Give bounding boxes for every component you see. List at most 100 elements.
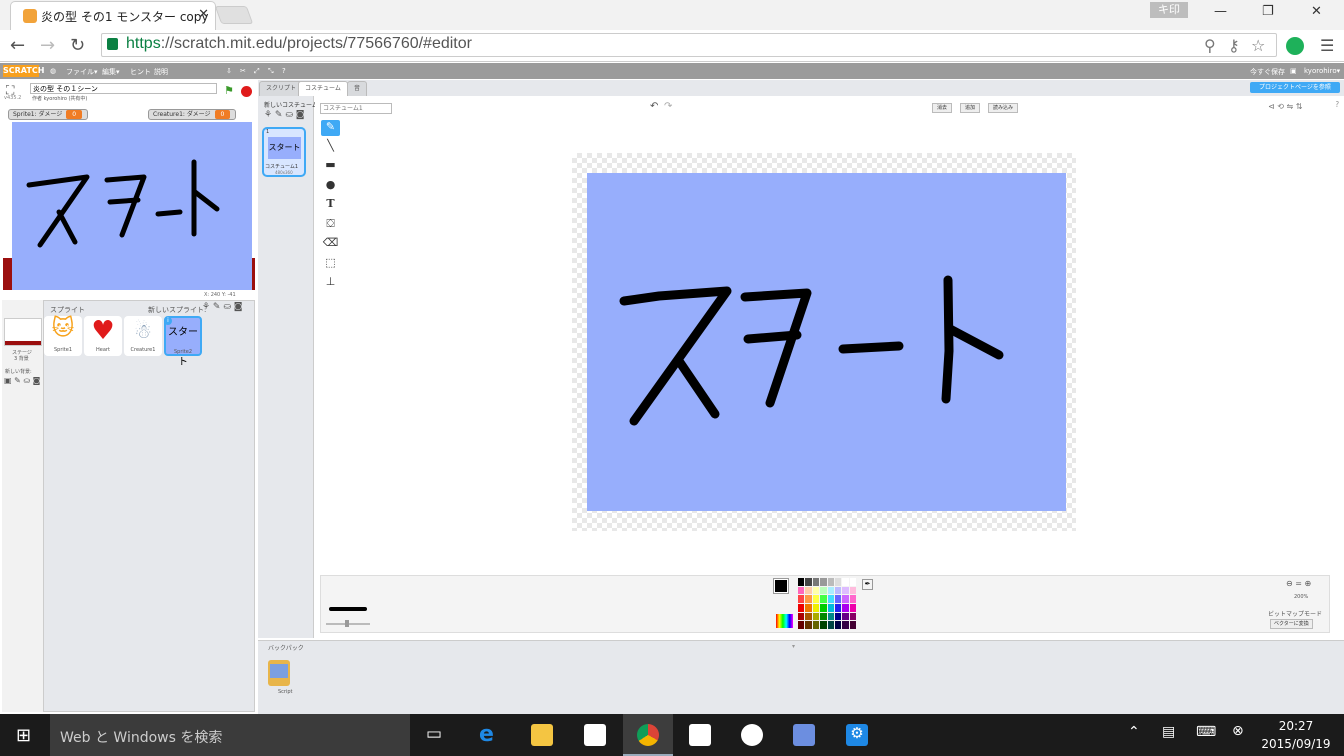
cat-sprite-icon: 🐱 [51, 316, 75, 341]
sprite-label: Sprite2 [173, 349, 192, 355]
ellipse-tool-icon[interactable]: ● [321, 178, 340, 194]
duplicate-icon[interactable]: ⇩ [226, 67, 232, 75]
search-placeholder: Web と Windows を検索 [60, 730, 223, 746]
line-tool-icon[interactable]: ╲ [321, 139, 340, 155]
ime-off-icon[interactable]: ⊗ [1232, 723, 1244, 739]
backpack-script-item[interactable] [268, 660, 290, 686]
menu-file[interactable]: ファイル▾ [66, 67, 98, 77]
help-icon[interactable]: ? [282, 67, 286, 75]
paint-app-icon[interactable] [793, 724, 815, 746]
text-tool-icon[interactable]: T [321, 197, 340, 213]
back-icon[interactable]: ← [10, 35, 25, 56]
menu-icon[interactable]: ☰ [1320, 36, 1334, 55]
folder-icon[interactable]: ▣ [1290, 67, 1297, 75]
stop-icon[interactable] [241, 86, 252, 97]
new-costume-label: 新しいコスチューム: [264, 102, 320, 109]
clear-button[interactable]: 消去 [932, 103, 953, 113]
costume-name-input[interactable] [320, 103, 392, 114]
extension-icon[interactable] [1286, 37, 1304, 55]
undo-icon[interactable]: ↶ [650, 101, 658, 112]
new-backdrop-icons[interactable]: ▣ ✎ ⛀ ◙ [4, 376, 40, 385]
app-grid-icon[interactable] [689, 724, 711, 746]
menu-edit[interactable]: 編集▾ [102, 67, 120, 77]
convert-to-vector-button[interactable]: ベクターに変換 [1270, 619, 1313, 629]
explorer-icon[interactable] [531, 724, 553, 746]
paint-sprite-icons[interactable]: ⚘ ✎ ⛀ ◙ [202, 302, 242, 312]
redo-icon[interactable]: ↷ [664, 101, 672, 112]
add-button[interactable]: 追加 [960, 103, 981, 113]
zoom-buttons[interactable]: ⊖ = ⊕ [1286, 579, 1311, 588]
eraser-tool-icon[interactable]: ⌫ [321, 236, 340, 252]
taskbar-search[interactable]: Web と Windows を検索 [50, 714, 410, 756]
tab-title: 炎の型 その1 モンスター copy [41, 10, 209, 24]
chrome-taskbar-item[interactable] [623, 714, 673, 756]
color-picker-gradient[interactable] [776, 614, 793, 628]
primary-color-swatch[interactable] [774, 579, 788, 593]
book-app-icon[interactable] [741, 724, 763, 746]
task-view-icon[interactable]: ▭ [426, 724, 442, 744]
costume-preview-text: スタート [268, 137, 301, 159]
tab-costumes[interactable]: コスチューム [298, 81, 348, 96]
eyedropper-icon[interactable]: ✒ [862, 579, 873, 590]
import-button[interactable]: 読み込み [988, 103, 1019, 113]
backpack-toggle-icon[interactable]: ▾ [792, 643, 795, 650]
brush-tool-icon[interactable]: ✎ [321, 120, 340, 136]
costume-thumbnail[interactable]: 1 スタート コスチューム1 480x360 [262, 127, 306, 177]
edge-icon[interactable]: e [479, 724, 501, 746]
store-icon[interactable] [584, 724, 606, 746]
tab-close-icon[interactable]: ✕ [198, 7, 209, 22]
lock-icon[interactable] [107, 38, 118, 50]
color-palette[interactable] [798, 578, 856, 629]
slider-thumb[interactable] [345, 620, 349, 627]
menu-tips[interactable]: ヒント [130, 67, 151, 77]
stage-thumbnail[interactable] [4, 318, 42, 346]
project-page-button[interactable]: プロジェクトページを参照 [1250, 82, 1340, 93]
username-menu[interactable]: kyorohiro▾ [1304, 67, 1340, 75]
heart-sprite-icon: ♥ [91, 316, 115, 346]
windows-start-icon[interactable]: ⊞ [16, 725, 31, 746]
rectangle-tool-icon[interactable]: ▬ [321, 158, 340, 174]
fill-tool-icon[interactable]: ⛋ [321, 217, 340, 233]
globe-icon[interactable]: ◍ [50, 67, 56, 75]
forward-icon[interactable]: → [40, 35, 55, 56]
backpack-label: バックパック [268, 645, 304, 652]
project-title-input[interactable] [30, 83, 217, 94]
new-costume-icons[interactable]: ⚘ ✎ ⛀ ◙ [264, 110, 304, 120]
minimize-button[interactable]: — [1214, 4, 1227, 19]
notification-icon[interactable]: ▤ [1162, 724, 1175, 740]
cut-icon[interactable]: ✂ [240, 67, 246, 75]
sprite1-damage-monitor[interactable]: Sprite1: ダメージ 0 [8, 109, 88, 120]
zoom-icon[interactable]: ⚲ [1204, 36, 1216, 55]
scratch-menubar: SCRATCH ◍ ファイル▾ 編集▾ ヒント 説明 ⇩ ✂ ⤢ ⤡ ? 今すぐ… [0, 63, 1344, 79]
select-tool-icon[interactable]: ⬚ [321, 256, 340, 272]
flip-icons[interactable]: ⊲ ⟲ ⇋ ⇅ [1268, 102, 1302, 111]
info-icon[interactable]: i [164, 317, 172, 325]
tab-scripts[interactable]: スクリプト [259, 81, 304, 96]
sprites-header: スプライト [50, 306, 85, 314]
new-tab-button[interactable] [214, 6, 254, 24]
restore-button[interactable]: ❐ [1262, 4, 1274, 19]
bookmark-star-icon[interactable]: ☆ [1251, 36, 1265, 55]
address-bar[interactable]: https://scratch.mit.edu/projects/7756676… [101, 33, 1277, 57]
grow-icon[interactable]: ⤢ [254, 67, 260, 76]
shrink-icon[interactable]: ⤡ [268, 67, 274, 76]
taskbar-clock[interactable]: 20:27 2015/09/19 [1256, 717, 1336, 753]
menu-about[interactable]: 説明 [154, 67, 168, 77]
green-flag-icon[interactable]: ⚑ [224, 84, 234, 97]
creature-damage-monitor[interactable]: Creature1: ダメージ 0 [148, 109, 236, 120]
close-window-button[interactable]: ✕ [1311, 4, 1322, 19]
stage-canvas[interactable] [12, 122, 252, 290]
settings-icon[interactable]: ⚙ [846, 724, 868, 746]
key-icon[interactable]: ⚷ [1228, 36, 1240, 55]
keyboard-icon[interactable]: ⌨ [1196, 724, 1216, 740]
scratch-favicon-icon [23, 9, 37, 23]
scratch-logo[interactable]: SCRATCH [3, 65, 44, 77]
profile-badge[interactable]: キ印 [1150, 2, 1188, 18]
tray-chevron-icon[interactable]: ⌃ [1128, 724, 1140, 740]
browser-tab[interactable]: 炎の型 その1 モンスター copy ✕ [10, 1, 216, 30]
reload-icon[interactable]: ↻ [70, 35, 85, 56]
save-now-link[interactable]: 今すぐ保存 [1250, 67, 1285, 77]
new-sprite-label: 新しいスプライト: [148, 306, 207, 314]
tab-sounds[interactable]: 音 [347, 81, 368, 96]
stamp-tool-icon[interactable]: ⊥ [321, 275, 340, 291]
